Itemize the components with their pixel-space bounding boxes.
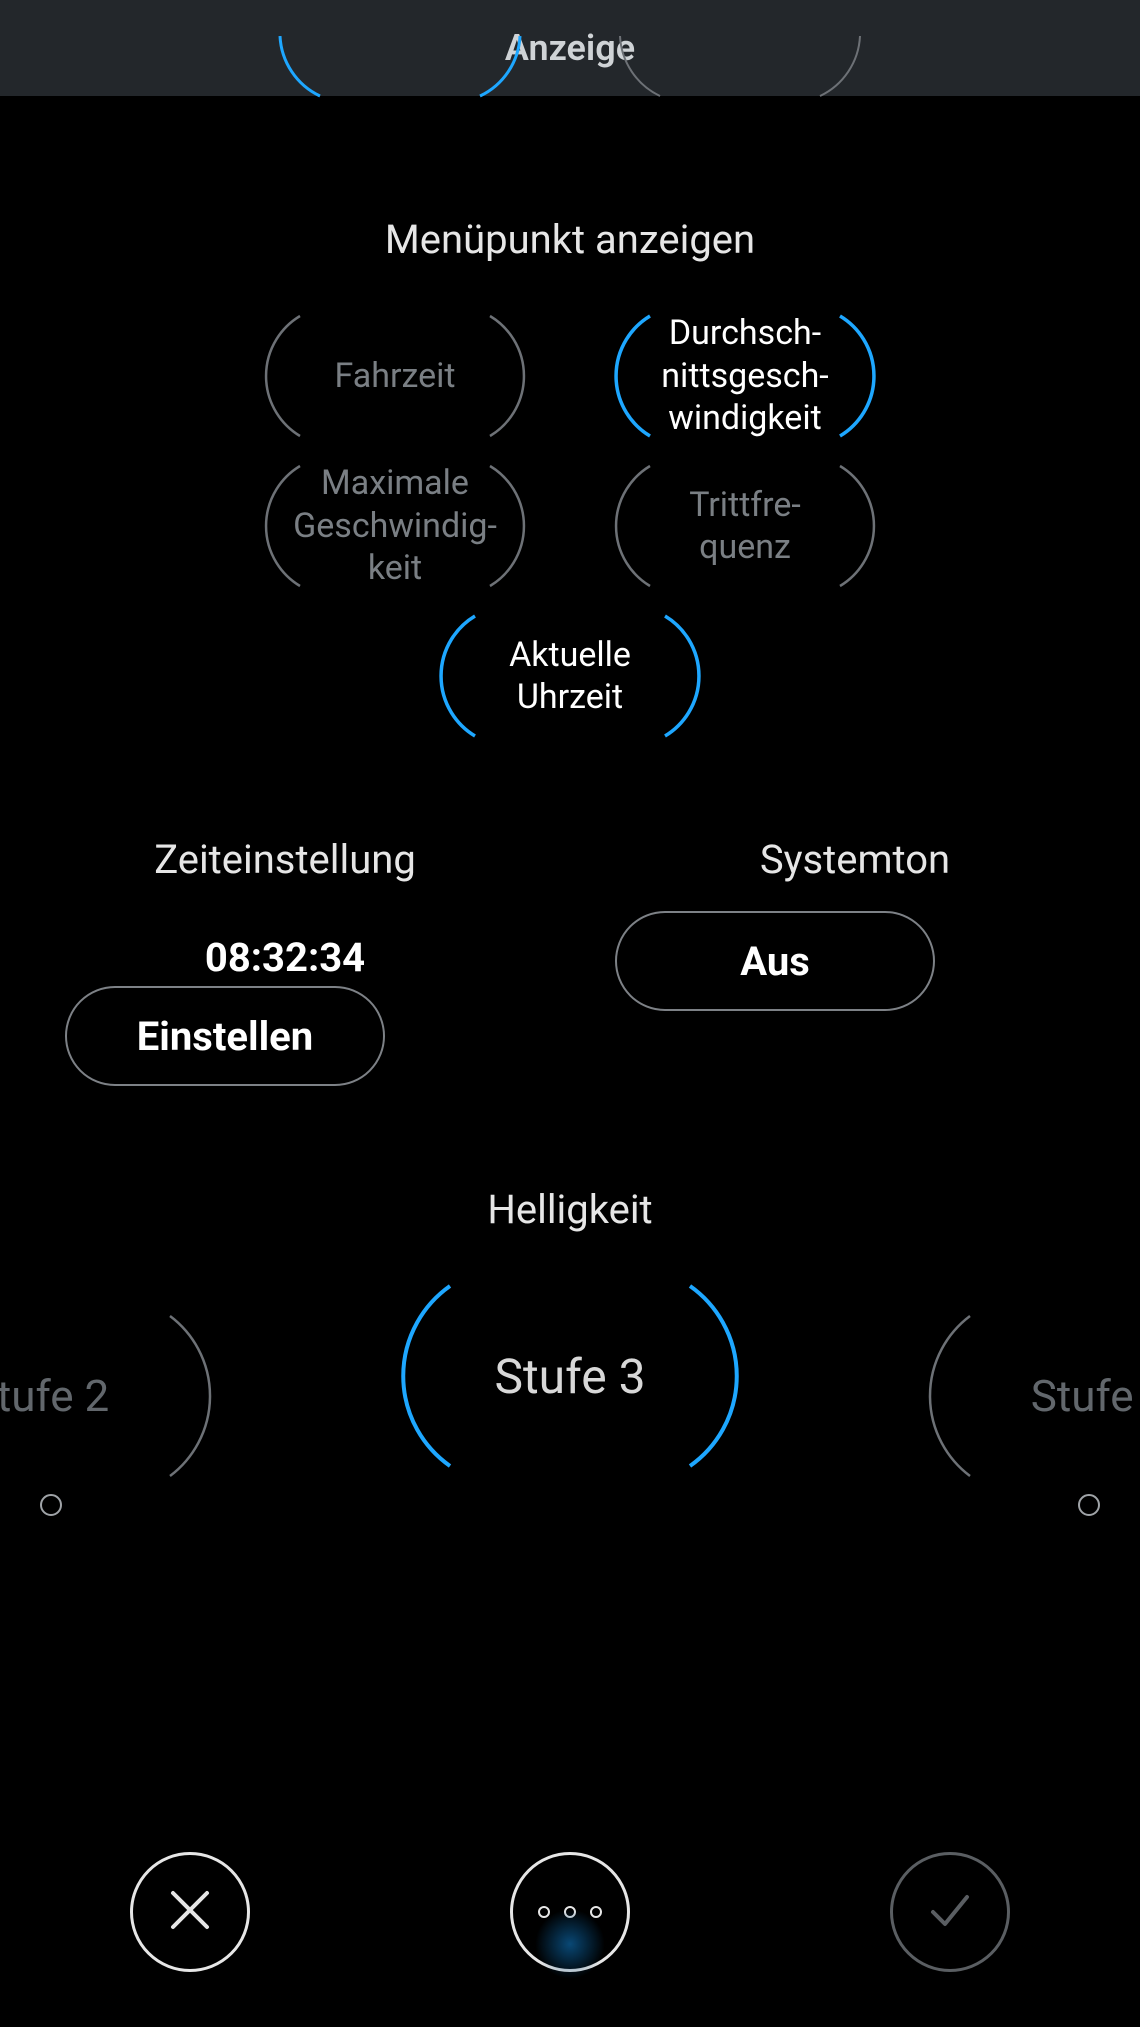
pager-dot-icon: [40, 1494, 62, 1516]
brightness-carousel[interactable]: Stufe 2 Stufe 3 Stufe 4: [0, 1266, 1140, 1526]
menu-section-title: Menüpunkt anzeigen: [0, 216, 1140, 263]
brightness-option-next[interactable]: Stufe 4: [910, 1286, 1140, 1506]
partial-row-top: [0, 36, 1140, 156]
close-icon: [165, 1885, 215, 1939]
menu-items-grid: Fahrzeit Durchsch-nittsgesch-windigkeit …: [0, 296, 1140, 756]
brightness-title: Helligkeit: [0, 1186, 1140, 1233]
content-area: Menüpunkt anzeigen Fahrzeit Durchsch-nit…: [0, 96, 1140, 2027]
brightness-option-prev[interactable]: Stufe 2: [0, 1286, 230, 1506]
arc-icon: [910, 1286, 1140, 1506]
system-sound-title: Systemton: [570, 836, 1140, 883]
glow-icon: [535, 1909, 605, 1979]
menu-item-maximale-geschwindigkeit[interactable]: MaximaleGeschwindig-keit: [250, 446, 540, 606]
brightness-option-current[interactable]: Stufe 3: [380, 1266, 760, 1486]
menu-item-aktuelle-uhrzeit[interactable]: AktuelleUhrzeit: [425, 596, 715, 756]
menu-item-fahrzeit[interactable]: Fahrzeit: [250, 296, 540, 456]
check-icon: [925, 1885, 975, 1939]
menu-item-durchschnittsgeschwindigkeit[interactable]: Durchsch-nittsgesch-windigkeit: [600, 296, 890, 456]
button-label: Einstellen: [137, 1013, 313, 1060]
confirm-button[interactable]: [890, 1852, 1010, 1972]
pager-dot-icon: [1078, 1494, 1100, 1516]
arc-icon: [0, 1286, 230, 1506]
time-setting-title: Zeiteinstellung: [0, 836, 570, 883]
cancel-button[interactable]: [130, 1852, 250, 1972]
time-value: 08:32:34: [0, 934, 570, 981]
partial-pill-icon: [600, 36, 880, 156]
set-time-button[interactable]: Einstellen: [65, 986, 385, 1086]
menu-button[interactable]: [510, 1852, 630, 1972]
arc-icon: [380, 1266, 760, 1486]
partial-pill-icon: [260, 36, 540, 156]
system-sound-button[interactable]: Aus: [615, 911, 935, 1011]
bottom-nav: [0, 1797, 1140, 2027]
menu-item-trittfrequenz[interactable]: Trittfre-quenz: [600, 446, 890, 606]
button-label: Aus: [740, 938, 810, 985]
